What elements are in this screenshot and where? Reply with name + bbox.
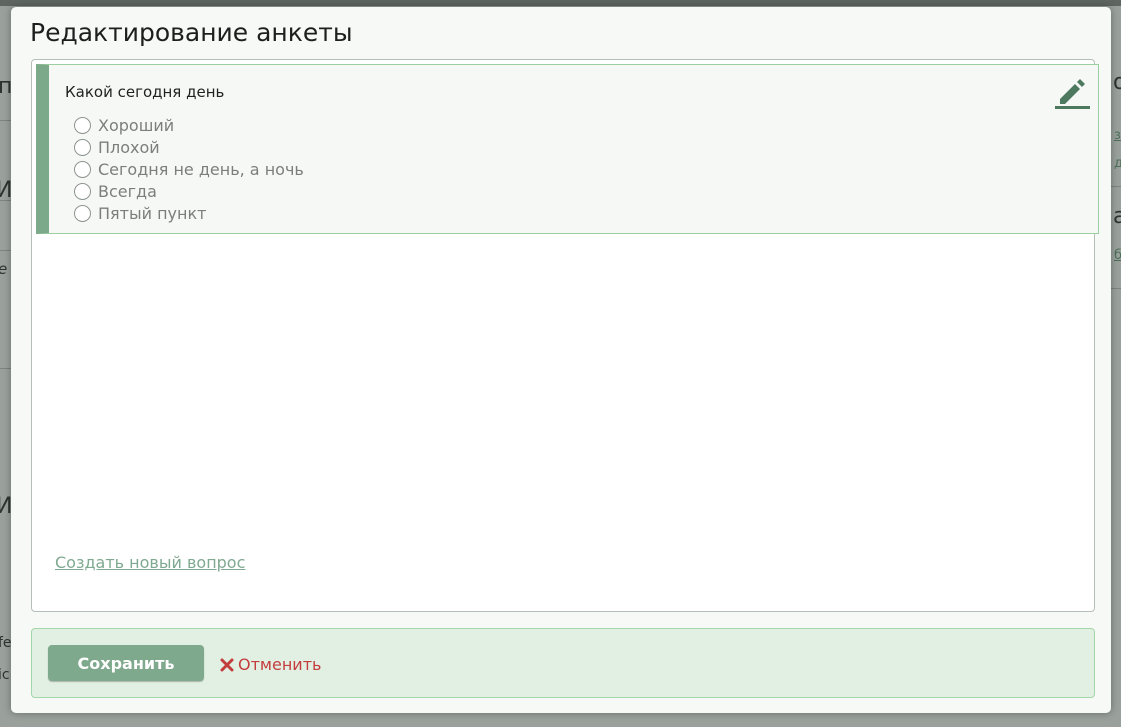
- questions-container: Какой сегодня день Хороший Плохой Сегодн…: [31, 59, 1099, 612]
- background-divider: [0, 200, 11, 201]
- background-text-fragment: ic: [0, 667, 10, 683]
- answer-option-label: Хороший: [98, 115, 175, 135]
- answer-option-label: Пятый пункт: [98, 203, 207, 223]
- background-link-fragment: б: [1114, 248, 1121, 263]
- cancel-button[interactable]: Отменить: [220, 655, 321, 674]
- answer-options-list: Хороший Плохой Сегодня не день, а ночь В…: [74, 114, 304, 224]
- answer-option[interactable]: Сегодня не день, а ночь: [74, 158, 304, 180]
- radio-button[interactable]: [74, 138, 91, 156]
- background-divider: [0, 368, 11, 369]
- background-topbar: [0, 0, 1121, 6]
- background-divider: [0, 250, 11, 251]
- background-text-fragment: о: [1113, 70, 1121, 95]
- answer-option[interactable]: Пятый пункт: [74, 202, 304, 224]
- answer-option[interactable]: Всегда: [74, 180, 304, 202]
- answer-option-label: Сегодня не день, а ночь: [98, 159, 304, 179]
- radio-button[interactable]: [74, 182, 91, 200]
- radio-button[interactable]: [74, 204, 91, 222]
- answer-option[interactable]: Хороший: [74, 114, 304, 136]
- background-divider: [0, 120, 11, 121]
- background-divider: [1111, 186, 1121, 187]
- create-question-link[interactable]: Создать новый вопрос: [55, 553, 245, 572]
- answer-option-label: Плохой: [98, 137, 160, 157]
- close-icon: [220, 658, 234, 671]
- answer-option[interactable]: Плохой: [74, 136, 304, 158]
- save-button[interactable]: Сохранить: [48, 645, 204, 681]
- background-text-fragment: а: [1113, 204, 1121, 229]
- background-text-fragment: fe: [0, 635, 12, 651]
- question-title: Какой сегодня день: [65, 83, 225, 101]
- background-divider: [1111, 288, 1121, 289]
- background-text-fragment: е: [0, 262, 7, 277]
- edit-question-button[interactable]: [1052, 71, 1092, 111]
- edit-survey-modal: Редактирование анкеты Какой сегодня день…: [11, 7, 1111, 713]
- modal-footer: Сохранить Отменить: [31, 628, 1095, 698]
- modal-title: Редактирование анкеты: [30, 18, 353, 47]
- background-link-fragment: з: [1114, 128, 1121, 143]
- background-link-fragment: д: [1114, 156, 1121, 171]
- answer-option-label: Всегда: [98, 181, 157, 201]
- pencil-icon: [1055, 79, 1090, 109]
- cancel-label: Отменить: [238, 655, 322, 674]
- radio-button[interactable]: [74, 160, 91, 178]
- question-card: Какой сегодня день Хороший Плохой Сегодн…: [36, 64, 1099, 234]
- radio-button[interactable]: [74, 116, 91, 134]
